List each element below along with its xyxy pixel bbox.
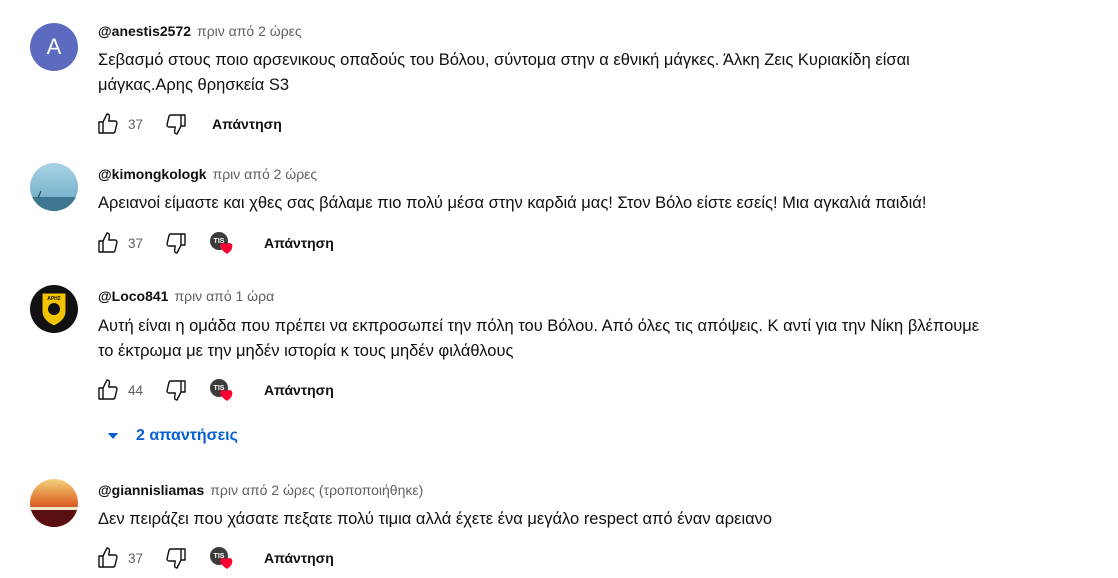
comment-author[interactable]: @giannisliamas [98, 482, 204, 498]
thumbs-up-icon [98, 547, 118, 568]
comment-time[interactable]: πριν από 2 ώρες [213, 166, 318, 182]
comment-author[interactable]: @Loco841 [98, 288, 168, 304]
replies-count-label: 2 απαντήσεις [136, 427, 238, 444]
heart-icon [220, 243, 233, 254]
creator-heart-badge: TIS [210, 379, 233, 401]
dislike-button[interactable] [164, 546, 188, 570]
aris-crest-icon: ΑΡΗΣ [30, 285, 78, 333]
comment-text: Σεβασμό στους ποιο αρσενικους οπαδούς το… [98, 48, 1088, 98]
avatar[interactable] [30, 163, 78, 211]
like-button[interactable] [96, 231, 120, 255]
like-button[interactable] [96, 546, 120, 570]
comment-header: @Loco841 πριν από 1 ώρα [98, 287, 274, 305]
thumbs-up-icon [98, 232, 118, 253]
reply-button[interactable]: Απάντηση [264, 550, 334, 566]
thumbs-down-icon [166, 380, 186, 401]
dislike-button[interactable] [164, 231, 188, 255]
comment-text: Δεν πειράζει που χάσατε πεξατε πολύ τιμι… [98, 507, 1088, 532]
like-count: 37 [128, 235, 144, 251]
comment-actions: 37 Απάντηση [96, 112, 282, 136]
comment-author[interactable]: @kimongkologk [98, 166, 207, 182]
avatar-image [30, 479, 78, 527]
comment-text-line: Δεν πειράζει που χάσατε πεξατε πολύ τιμι… [98, 510, 773, 528]
heart-icon [220, 558, 233, 569]
thumbs-up-icon [98, 113, 118, 134]
heart-icon [220, 390, 233, 401]
like-count: 37 [128, 550, 144, 566]
reply-button[interactable]: Απάντηση [264, 382, 334, 398]
like-button[interactable] [96, 378, 120, 402]
creator-heart-badge: TIS [210, 232, 233, 254]
thumbs-up-icon [98, 379, 118, 400]
avatar[interactable] [30, 479, 78, 527]
like-button[interactable] [96, 112, 120, 136]
comment-text-line: μάγκας.Αρης θρησκεία S3 [98, 76, 290, 94]
thumbs-down-icon [166, 114, 186, 135]
comment-actions: 37 TIS Απάντηση [96, 231, 334, 255]
comment-text: Αρειανοί είμαστε και χθες σας βάλαμε πιο… [98, 191, 1088, 216]
view-replies-button[interactable]: 2 απαντήσεις [104, 424, 238, 448]
dislike-button[interactable] [164, 112, 188, 136]
avatar[interactable]: A [30, 23, 78, 71]
chevron-down-icon [107, 433, 119, 439]
dislike-button[interactable] [164, 378, 188, 402]
comment-time[interactable]: πριν από 2 ώρες [197, 23, 302, 39]
comment-author[interactable]: @anestis2572 [98, 23, 191, 39]
comment-text: Αυτή είναι η ομάδα που πρέπει να εκπροσω… [98, 314, 1088, 364]
avatar-image [30, 163, 78, 211]
thumbs-down-icon [166, 233, 186, 254]
like-count: 44 [128, 382, 144, 398]
comment-header: @anestis2572 πριν από 2 ώρες [98, 22, 302, 40]
comment-time[interactable]: πριν από 2 ώρες [210, 482, 315, 498]
like-count: 37 [128, 116, 144, 132]
reply-button[interactable]: Απάντηση [212, 116, 282, 132]
comment-actions: 44 TIS Απάντηση [96, 378, 334, 402]
comment-time[interactable]: πριν από 1 ώρα [174, 288, 274, 304]
comment-actions: 37 TIS Απάντηση [96, 546, 334, 570]
reply-button[interactable]: Απάντηση [264, 235, 334, 251]
crest-text: ΑΡΗΣ [47, 296, 61, 302]
comment-text-line: Αρειανοί είμαστε και χθες σας βάλαμε πιο… [98, 194, 927, 212]
comment-header: @kimongkologk πριν από 2 ώρες [98, 165, 317, 183]
avatar-letter: A [46, 34, 62, 59]
creator-heart-badge: TIS [210, 547, 233, 569]
comment-text-line: το έκτρωμα με την μηδέν ιστορία κ τους μ… [98, 342, 514, 360]
thumbs-down-icon [166, 548, 186, 569]
avatar[interactable]: ΑΡΗΣ [30, 285, 78, 333]
comment-text-line: Σεβασμό στους ποιο αρσενικους οπαδούς το… [98, 51, 910, 69]
comment-text-line: Αυτή είναι η ομάδα που πρέπει να εκπροσω… [98, 317, 980, 335]
edited-label: (τροποποιήθηκε) [318, 482, 424, 498]
comment-header: @giannisliamas πριν από 2 ώρες (τροποποιήθ… [98, 481, 423, 499]
